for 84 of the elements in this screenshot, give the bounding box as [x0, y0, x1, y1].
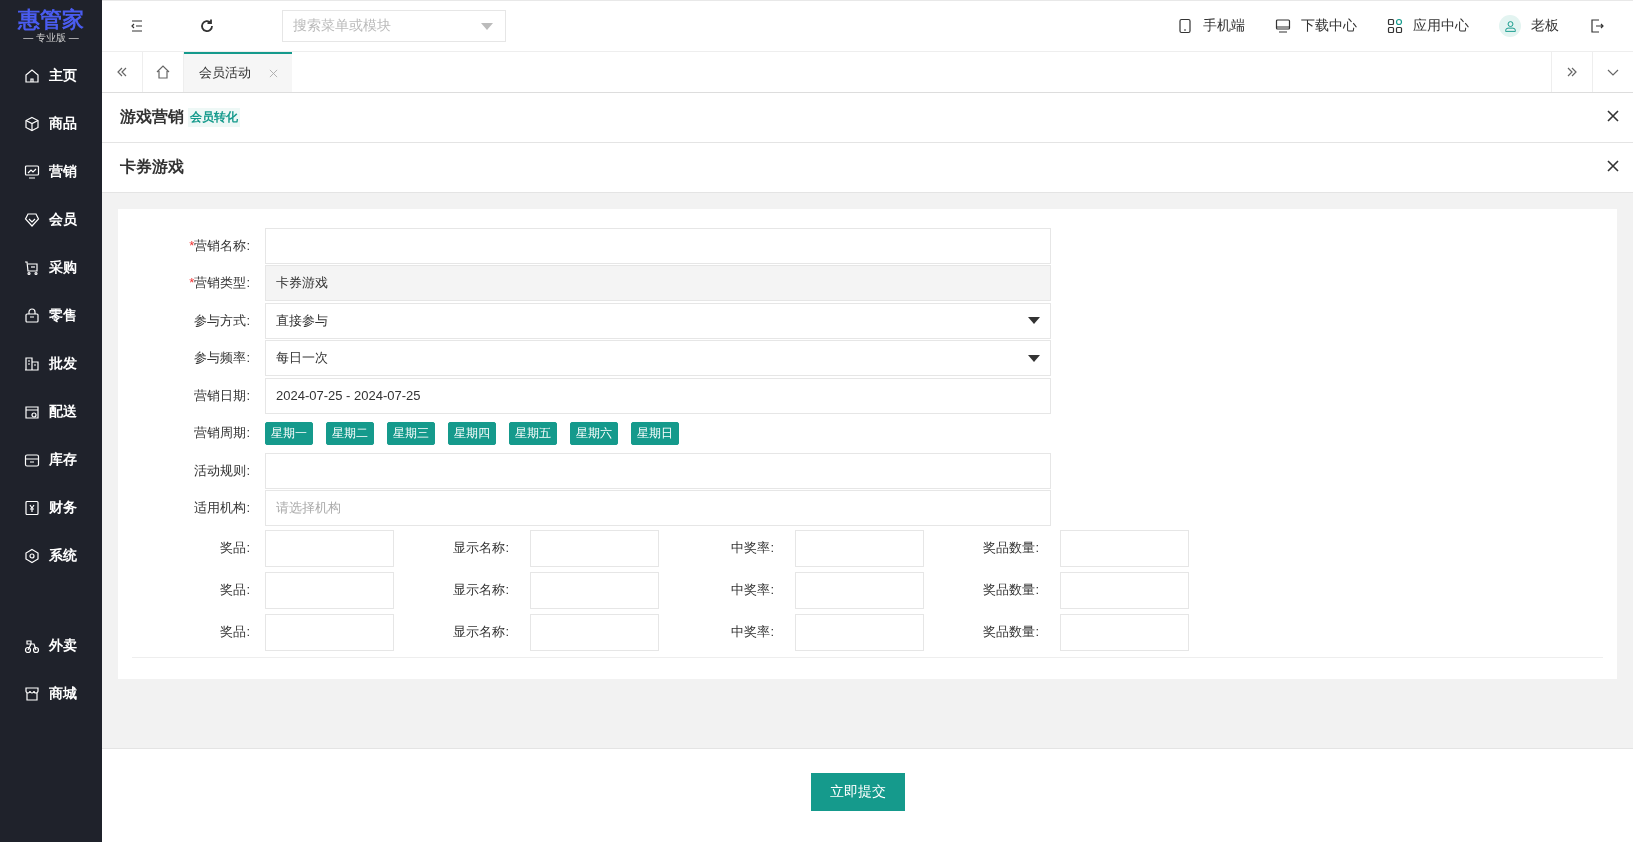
close-icon[interactable] [269, 68, 278, 78]
store-icon [24, 404, 40, 420]
sidebar-item[interactable]: 会员 [0, 196, 102, 244]
quantity-field[interactable] [1060, 529, 1189, 567]
chart-icon [24, 164, 40, 180]
close-icon [1605, 108, 1621, 124]
field-label: 活动规则: [193, 461, 251, 480]
panel-title: 游戏营销 [120, 107, 184, 127]
sidebar-item[interactable]: 批发 [0, 340, 102, 388]
user-avatar-icon [1499, 15, 1521, 37]
sidebar-item[interactable]: 主页 [0, 52, 102, 100]
hexagon-icon [24, 548, 40, 564]
phone-icon [1177, 18, 1193, 34]
panel-title: 卡券游戏 [120, 157, 184, 177]
field-label: 显示名称: [452, 581, 510, 599]
text-field[interactable] [265, 452, 1051, 489]
shop-icon [24, 686, 40, 702]
field-label: 参与方式: [193, 311, 251, 330]
sidebar-item[interactable]: 库存 [0, 436, 102, 484]
field-label: 中奖率: [730, 623, 775, 641]
logo-text: 惠管家 [18, 8, 84, 32]
field-label: 营销日期: [193, 386, 251, 405]
refresh-icon [199, 18, 215, 34]
name-field[interactable] [530, 571, 659, 609]
field-label: 奖品: [219, 623, 251, 641]
quantity-field[interactable] [1060, 571, 1189, 609]
field-label: 奖品: [219, 581, 251, 599]
text-field[interactable]: 2024-07-25 - 2024-07-25 [265, 377, 1051, 414]
cart-icon [24, 260, 40, 276]
select-field[interactable]: 直接参与 [265, 302, 1051, 339]
sidebar-item[interactable]: 商城 [0, 670, 102, 718]
name-field[interactable] [530, 529, 659, 567]
select-field[interactable]: 每日一次 [265, 340, 1051, 377]
edition-label: — 专业版 — [23, 32, 79, 44]
bag-icon [24, 308, 40, 324]
toolbar-link[interactable]: 下载中心 [1275, 17, 1357, 35]
field-label: *营销名称: [188, 236, 251, 255]
toolbar-link[interactable]: 老板 [1499, 15, 1559, 37]
toolbar-link[interactable]: 手机端 [1177, 17, 1245, 35]
diamond-icon [24, 212, 40, 228]
sidebar-item[interactable]: 外卖 [0, 622, 102, 670]
monitor-icon [1275, 18, 1291, 34]
sidebar-item[interactable]: 系统 [0, 532, 102, 580]
sidebar-item[interactable]: 商品 [0, 100, 102, 148]
field-label: 奖品数量: [982, 581, 1040, 599]
field-label: 中奖率: [730, 581, 775, 599]
field-label: 显示名称: [452, 623, 510, 641]
field-label: 参与频率: [193, 349, 251, 368]
sidebar-item[interactable]: 配送 [0, 388, 102, 436]
sidebar-item[interactable]: 采购 [0, 244, 102, 292]
home-icon [155, 64, 171, 80]
bike-icon [24, 638, 40, 654]
rate-field[interactable] [795, 613, 924, 651]
sidebar-item[interactable]: 财务 [0, 484, 102, 532]
home-icon [24, 68, 40, 84]
name-field[interactable] [530, 613, 659, 651]
rate-field[interactable] [795, 571, 924, 609]
yen-icon [24, 500, 40, 516]
quantity-field[interactable] [1060, 613, 1189, 651]
rate-field[interactable] [795, 529, 924, 567]
field-label: 营销周期: [193, 424, 251, 443]
readonly-field: 卡券游戏 [265, 265, 1051, 302]
page-tab[interactable]: 会员活动 [184, 52, 292, 92]
text-field[interactable] [265, 227, 1051, 264]
close-icon [1605, 158, 1621, 174]
sidebar-item[interactable]: 营销 [0, 148, 102, 196]
prize-field[interactable] [265, 571, 394, 609]
field-label: 奖品: [219, 539, 251, 557]
field-label: 显示名称: [452, 539, 510, 557]
building-icon [24, 356, 40, 372]
cube-icon [24, 116, 40, 132]
apps-icon [1387, 18, 1403, 34]
field-label: 中奖率: [730, 539, 775, 557]
field-label: *营销类型: [188, 274, 251, 293]
prize-field[interactable] [265, 613, 394, 651]
sidebar-item[interactable]: 零售 [0, 292, 102, 340]
menu-icon [129, 18, 145, 34]
field-label: 适用机构: [193, 499, 251, 518]
field-label: 奖品数量: [982, 539, 1040, 557]
box-icon [24, 452, 40, 468]
panel-tag: 会员转化 [188, 108, 240, 127]
field-label: 奖品数量: [982, 623, 1040, 641]
toolbar-link[interactable]: 应用中心 [1387, 17, 1469, 35]
prize-field[interactable] [265, 529, 394, 567]
